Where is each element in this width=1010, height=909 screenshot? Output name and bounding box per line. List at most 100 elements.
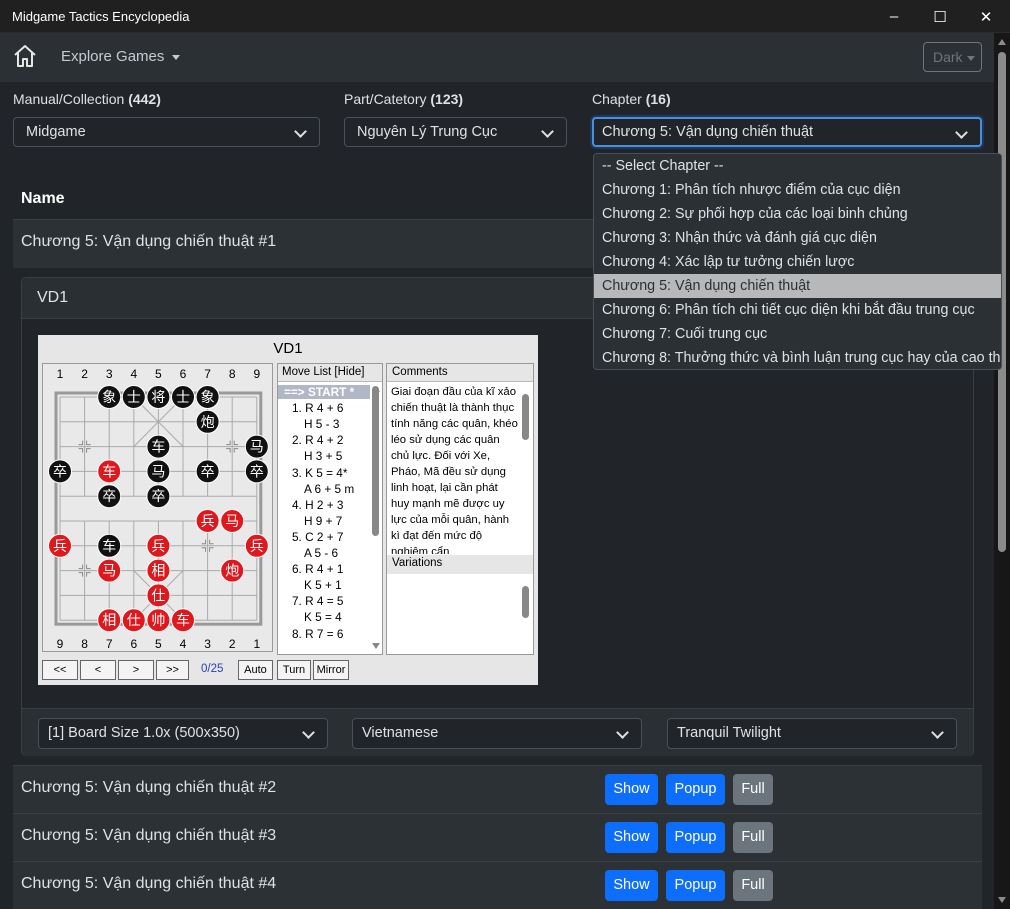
black-piece[interactable]: 象: [195, 385, 220, 409]
chapter-option[interactable]: -- Select Chapter --: [594, 154, 1001, 178]
move-list-scrollbar[interactable]: [372, 386, 379, 536]
red-piece[interactable]: 仕: [121, 608, 146, 633]
theme-toggle-button[interactable]: Dark: [923, 42, 982, 72]
language-select[interactable]: Vietnamese: [352, 718, 642, 749]
table-row[interactable]: Chương 5: Vận dụng chiến thuật #4 Show P…: [13, 861, 982, 909]
move-item[interactable]: K 5 + 1: [278, 578, 370, 592]
black-piece[interactable]: 马: [244, 434, 269, 459]
comments-scrollbar[interactable]: [522, 394, 529, 440]
move-item[interactable]: 8. R 7 = 6: [278, 627, 370, 641]
next-move-button[interactable]: >: [118, 660, 154, 680]
red-piece[interactable]: 兵: [195, 509, 220, 533]
close-button[interactable]: ✕: [963, 0, 1009, 33]
chapter-option[interactable]: Chương 7: Cuối trung cục: [594, 322, 1001, 346]
black-piece[interactable]: 卒: [195, 459, 220, 484]
chapter-label: Chapter (16): [592, 91, 671, 107]
full-button[interactable]: Full: [733, 774, 773, 805]
board-theme-select[interactable]: Tranquil Twilight: [667, 718, 957, 749]
part-select[interactable]: Nguyên Lý Trung Cục: [344, 117, 567, 147]
card-footer: [1] Board Size 1.0x (500x350) Vietnamese…: [22, 708, 973, 756]
move-item[interactable]: 7. R 4 = 5: [278, 594, 370, 608]
home-icon[interactable]: [12, 43, 38, 69]
black-piece[interactable]: 炮: [195, 409, 220, 434]
chapter-option[interactable]: Chương 1: Phân tích nhược điểm của cục d…: [594, 178, 1001, 202]
prev-move-button[interactable]: <: [80, 660, 116, 680]
chapter-option[interactable]: Chương 6: Phân tích chi tiết cục diện kh…: [594, 298, 1001, 322]
red-piece[interactable]: 兵: [244, 533, 269, 558]
red-piece[interactable]: 马: [97, 558, 122, 583]
scroll-down-icon[interactable]: [998, 897, 1006, 903]
chapter-option[interactable]: Chương 8: Thưởng thức và bình luận trung…: [594, 346, 1001, 370]
red-piece[interactable]: 帅: [146, 608, 171, 633]
move-item[interactable]: 5. C 2 + 7: [278, 530, 370, 544]
maximize-button[interactable]: ☐: [917, 0, 963, 33]
scroll-up-icon[interactable]: [372, 386, 380, 392]
move-item[interactable]: A 5 - 6: [278, 546, 370, 560]
show-button[interactable]: Show: [605, 822, 658, 853]
move-list-header[interactable]: Move List [Hide]: [278, 364, 382, 382]
chapter-select[interactable]: Chương 5: Vận dụng chiến thuật: [592, 117, 982, 147]
show-button[interactable]: Show: [605, 870, 658, 901]
move-item[interactable]: ==> START *: [278, 385, 370, 399]
move-item[interactable]: 6. R 4 + 1: [278, 562, 370, 576]
black-piece[interactable]: 士: [121, 385, 146, 409]
move-item[interactable]: 3. K 5 = 4*: [278, 466, 370, 480]
red-piece[interactable]: 兵: [48, 533, 72, 558]
move-item[interactable]: 1. R 4 + 6: [278, 401, 370, 415]
table-row[interactable]: Chương 5: Vận dụng chiến thuật #3 Show P…: [13, 813, 982, 861]
scroll-up-icon[interactable]: [998, 39, 1006, 45]
mirror-board-button[interactable]: Mirror: [313, 660, 349, 680]
black-piece[interactable]: 车: [97, 533, 122, 558]
move-item[interactable]: H 3 + 5: [278, 449, 370, 463]
red-piece[interactable]: 车: [171, 608, 195, 633]
black-piece[interactable]: 马: [146, 459, 171, 484]
xiangqi-board[interactable]: 象士将士象炮车 马卒车马卒卒卒 卒兵 马兵车兵兵马相炮仕相仕帅车: [43, 364, 272, 651]
black-piece[interactable]: 车: [146, 434, 171, 459]
black-piece[interactable]: 卒: [146, 484, 171, 509]
black-piece[interactable]: 卒: [244, 459, 269, 484]
scroll-down-icon[interactable]: [372, 643, 380, 649]
red-piece[interactable]: 马: [220, 509, 245, 533]
chapter-option[interactable]: Chương 2: Sự phối hợp của các loại binh …: [594, 202, 1001, 226]
xiangqi-viewer: VD1 123456789 象士将士象炮车马卒车马卒卒卒卒兵马兵车兵兵马相炮仕相…: [38, 335, 538, 685]
full-button[interactable]: Full: [733, 822, 773, 853]
board-size-select[interactable]: [1] Board Size 1.0x (500x350): [38, 718, 328, 749]
piece-label: 车: [151, 439, 165, 456]
popup-button[interactable]: Popup: [666, 822, 725, 853]
move-item[interactable]: K 5 = 4: [278, 610, 370, 624]
show-button[interactable]: Show: [605, 774, 658, 805]
auto-play-button[interactable]: Auto: [238, 660, 273, 680]
red-piece[interactable]: 车: [97, 459, 122, 484]
red-piece[interactable]: 炮: [220, 558, 245, 583]
chapter-option[interactable]: Chương 4: Xác lập tư tưởng chiến lược: [594, 250, 1001, 274]
black-piece[interactable]: 卒: [48, 459, 72, 484]
chapter-option[interactable]: Chương 5: Vận dụng chiến thuật: [594, 274, 1001, 298]
black-piece[interactable]: 卒: [97, 484, 122, 509]
variations-scrollbar[interactable]: [522, 586, 529, 618]
last-move-button[interactable]: >>: [156, 660, 189, 680]
table-row[interactable]: Chương 5: Vận dụng chiến thuật #2 Show P…: [13, 765, 982, 813]
popup-button[interactable]: Popup: [666, 870, 725, 901]
black-piece[interactable]: 将: [146, 385, 171, 409]
first-move-button[interactable]: <<: [42, 660, 78, 680]
move-item[interactable]: 2. R 4 + 2: [278, 433, 370, 447]
full-button[interactable]: Full: [733, 870, 773, 901]
move-item[interactable]: A 6 + 5 m: [278, 482, 370, 496]
red-piece[interactable]: 相: [97, 608, 122, 633]
move-item[interactable]: H 9 + 7: [278, 514, 370, 528]
manual-select[interactable]: Midgame: [13, 117, 320, 147]
popup-button[interactable]: Popup: [666, 774, 725, 805]
red-piece[interactable]: 兵: [146, 533, 171, 558]
black-piece[interactable]: 象: [97, 385, 122, 409]
minimize-button[interactable]: –: [871, 0, 917, 33]
explore-games-menu[interactable]: Explore Games: [61, 48, 181, 65]
black-piece[interactable]: 士: [171, 385, 195, 409]
move-item[interactable]: 4. H 2 + 3: [278, 498, 370, 512]
move-item[interactable]: H 5 - 3: [278, 417, 370, 431]
red-piece[interactable]: 相: [146, 558, 171, 583]
red-piece[interactable]: 仕: [146, 583, 171, 608]
chevron-down-icon: [302, 726, 315, 739]
chapter-option[interactable]: Chương 3: Nhận thức và đánh giá cục diện: [594, 226, 1001, 250]
navbar: Explore Games Dark: [0, 33, 994, 82]
turn-board-button[interactable]: Turn: [277, 660, 311, 680]
